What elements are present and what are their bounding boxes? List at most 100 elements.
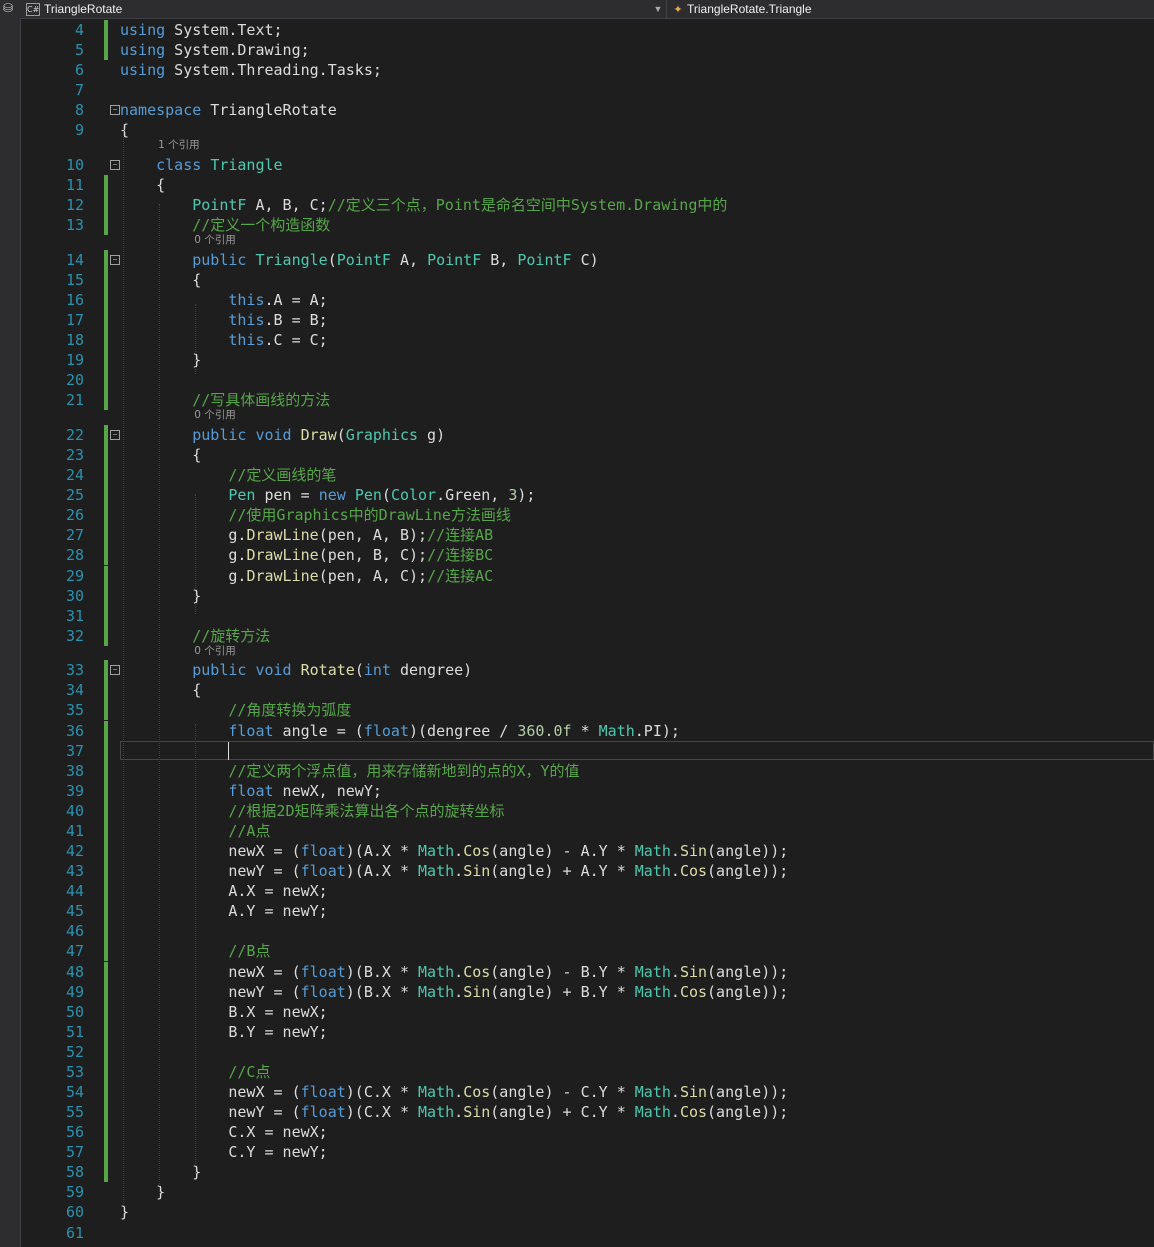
code-token: Sin	[463, 982, 491, 1001]
code-line[interactable]: 19 }	[20, 350, 1154, 371]
code-line[interactable]: 39 float newX, newY;	[20, 780, 1154, 801]
code-line[interactable]: 58 }	[20, 1162, 1154, 1183]
code-token: .	[454, 1083, 464, 1101]
chevron-down-icon[interactable]: ▼	[652, 0, 664, 18]
code-line[interactable]: 48 newX = (float)(B.X * Math.Cos(angle) …	[20, 961, 1154, 982]
code-line[interactable]: 42 newX = (float)(A.X * Math.Cos(angle) …	[20, 841, 1154, 862]
change-indicator	[104, 961, 108, 982]
code-line[interactable]: 55 newY = (float)(C.X * Math.Sin(angle) …	[20, 1102, 1154, 1123]
code-line[interactable]: 24 //定义画线的笔	[20, 465, 1154, 486]
code-line[interactable]: 30 }	[20, 585, 1154, 606]
codelens-references[interactable]: 0 个引用	[194, 644, 236, 658]
code-line[interactable]: 36 float angle = (float)(dengree / 360.0…	[20, 720, 1154, 741]
code-line[interactable]: 46	[20, 921, 1154, 942]
code-line[interactable]: 15 {	[20, 269, 1154, 290]
code-line[interactable]: 12 PointF A, B, C;//定义三个点，Point是命名空间中Sys…	[20, 195, 1154, 216]
code-line[interactable]: 14 − public Triangle(PointF A, PointF B, …	[20, 249, 1154, 270]
code-token: //定义两个浮点值，用来存储新地到的点的X，Y的值	[228, 761, 580, 780]
code-line[interactable]: 17 this.B = B;	[20, 310, 1154, 331]
code-line[interactable]: 11 {	[20, 175, 1154, 196]
code-line[interactable]: 47 //B点	[20, 941, 1154, 962]
code-line[interactable]: 45 A.Y = newY;	[20, 901, 1154, 922]
fold-toggle-icon[interactable]: −	[110, 254, 120, 265]
code-line[interactable]: 16 this.A = A;	[20, 289, 1154, 310]
code-line[interactable]: 7	[20, 80, 1154, 100]
code-line[interactable]: 35 //角度转换为弧度	[20, 700, 1154, 721]
change-indicator	[104, 585, 108, 606]
code-line[interactable]: 54 newX = (float)(C.X * Math.Cos(angle) …	[20, 1082, 1154, 1102]
line-number: 60	[65, 1203, 84, 1222]
fold-toggle-icon[interactable]: −	[110, 429, 120, 440]
code-line[interactable]: 21 //写具体画线的方法	[20, 390, 1154, 411]
code-line[interactable]: 61	[20, 1223, 1154, 1243]
code-line[interactable]: 60}	[20, 1202, 1154, 1222]
code-line[interactable]: 59 }	[20, 1182, 1154, 1202]
code-line[interactable]: 18 this.C = C;	[20, 330, 1154, 351]
code-line[interactable]: 10 − class Triangle	[20, 155, 1154, 175]
code-line[interactable]: 34 {	[20, 680, 1154, 701]
fold-toggle-icon[interactable]: −	[110, 159, 120, 170]
code-line[interactable]: 13 //定义一个构造函数	[20, 215, 1154, 236]
code-line[interactable]: 49 newY = (float)(B.X * Math.Sin(angle) …	[20, 981, 1154, 1002]
code-line[interactable]: 38 //定义两个浮点值，用来存储新地到的点的X，Y的值	[20, 760, 1154, 781]
code-line[interactable]: 31	[20, 605, 1154, 626]
code-token: }	[120, 351, 202, 370]
code-line[interactable]: 4 using System.Text;	[20, 20, 1154, 40]
code-token: Cos	[679, 862, 708, 881]
change-indicator	[104, 525, 108, 546]
code-line[interactable]: 8 − namespace TriangleRotate	[20, 100, 1154, 120]
change-indicator	[104, 881, 108, 902]
solution-explorer-tab-icon[interactable]: ⛁	[3, 1, 13, 15]
code-token: Math	[418, 982, 455, 1001]
code-line[interactable]: 50 B.X = newX;	[20, 1001, 1154, 1022]
code-text: newY = (float)(B.X * Math.Sin(angle) + B…	[120, 982, 788, 1002]
code-token: )(C.X *	[345, 1083, 419, 1101]
codelens-references[interactable]: 0 个引用	[194, 408, 236, 422]
code-line[interactable]: 32 //旋转方法	[20, 625, 1154, 646]
code-line[interactable]: 22 − public void Draw(Graphics g)	[20, 424, 1154, 445]
code-line[interactable]: 33 − public void Rotate(int dengree)	[20, 660, 1154, 681]
fold-toggle-icon[interactable]: −	[110, 105, 120, 116]
code-line[interactable]: 37	[20, 740, 1154, 761]
code-line[interactable]: 6 using System.Threading.Tasks;	[20, 60, 1154, 80]
code-line[interactable]: 27 g.DrawLine(pen, A, B);//连接AB	[20, 525, 1154, 546]
code-line[interactable]: 20	[20, 370, 1154, 391]
code-token: )(B.X *	[345, 982, 419, 1001]
code-line[interactable]: 53 //C点	[20, 1061, 1154, 1082]
code-text: {	[120, 270, 201, 290]
code-line[interactable]: 56 C.X = newX;	[20, 1122, 1154, 1143]
change-indicator	[104, 350, 108, 371]
code-token: newX = (	[120, 1083, 301, 1101]
fold-toggle-icon[interactable]: −	[110, 665, 120, 676]
code-line[interactable]: 28 g.DrawLine(pen, B, C);//连接BC	[20, 545, 1154, 566]
project-dropdown[interactable]: C# TriangleRotate	[22, 0, 662, 18]
code-line[interactable]: 40 //根据2D矩阵乘法算出各个点的旋转坐标	[20, 800, 1154, 821]
code-editor[interactable]: 4 using System.Text; 5 using System.Drawing…	[20, 19, 1154, 1247]
code-text: B.Y = newY;	[120, 1022, 327, 1042]
code-line[interactable]: 5 using System.Drawing;	[20, 40, 1154, 61]
code-line[interactable]: 44 A.X = newX;	[20, 881, 1154, 902]
change-indicator	[104, 625, 108, 646]
code-line[interactable]: 52	[20, 1041, 1154, 1062]
code-token: .	[670, 1103, 680, 1122]
code-token: *	[571, 721, 599, 740]
code-line[interactable]: 51 B.Y = newY;	[20, 1021, 1154, 1042]
change-indicator	[104, 861, 108, 882]
code-line[interactable]: 25 Pen pen = new Pen(Color.Green, 3);	[20, 485, 1154, 506]
codelens-references[interactable]: 0 个引用	[194, 233, 236, 247]
code-line[interactable]: 26 //使用Graphics中的DrawLine方法画线	[20, 505, 1154, 526]
code-token: DrawLine	[246, 566, 319, 585]
code-line[interactable]: 41 //A点	[20, 820, 1154, 841]
code-token: class	[156, 155, 202, 174]
code-line[interactable]: 9{	[20, 120, 1154, 140]
line-number: 26	[65, 506, 84, 525]
code-text: newX = (float)(B.X * Math.Cos(angle) - B…	[120, 962, 788, 982]
code-line[interactable]: 23 {	[20, 445, 1154, 466]
code-token: 360.0f	[517, 721, 572, 740]
code-line[interactable]: 57 C.Y = newY;	[20, 1142, 1154, 1163]
member-dropdown[interactable]: ✦ TriangleRotate.Triangle	[666, 0, 1153, 18]
codelens-references[interactable]: 1 个引用	[158, 138, 200, 152]
code-line[interactable]: 29 g.DrawLine(pen, A, C);//连接AC	[20, 565, 1154, 586]
code-line[interactable]: 43 newY = (float)(A.X * Math.Sin(angle) …	[20, 861, 1154, 882]
